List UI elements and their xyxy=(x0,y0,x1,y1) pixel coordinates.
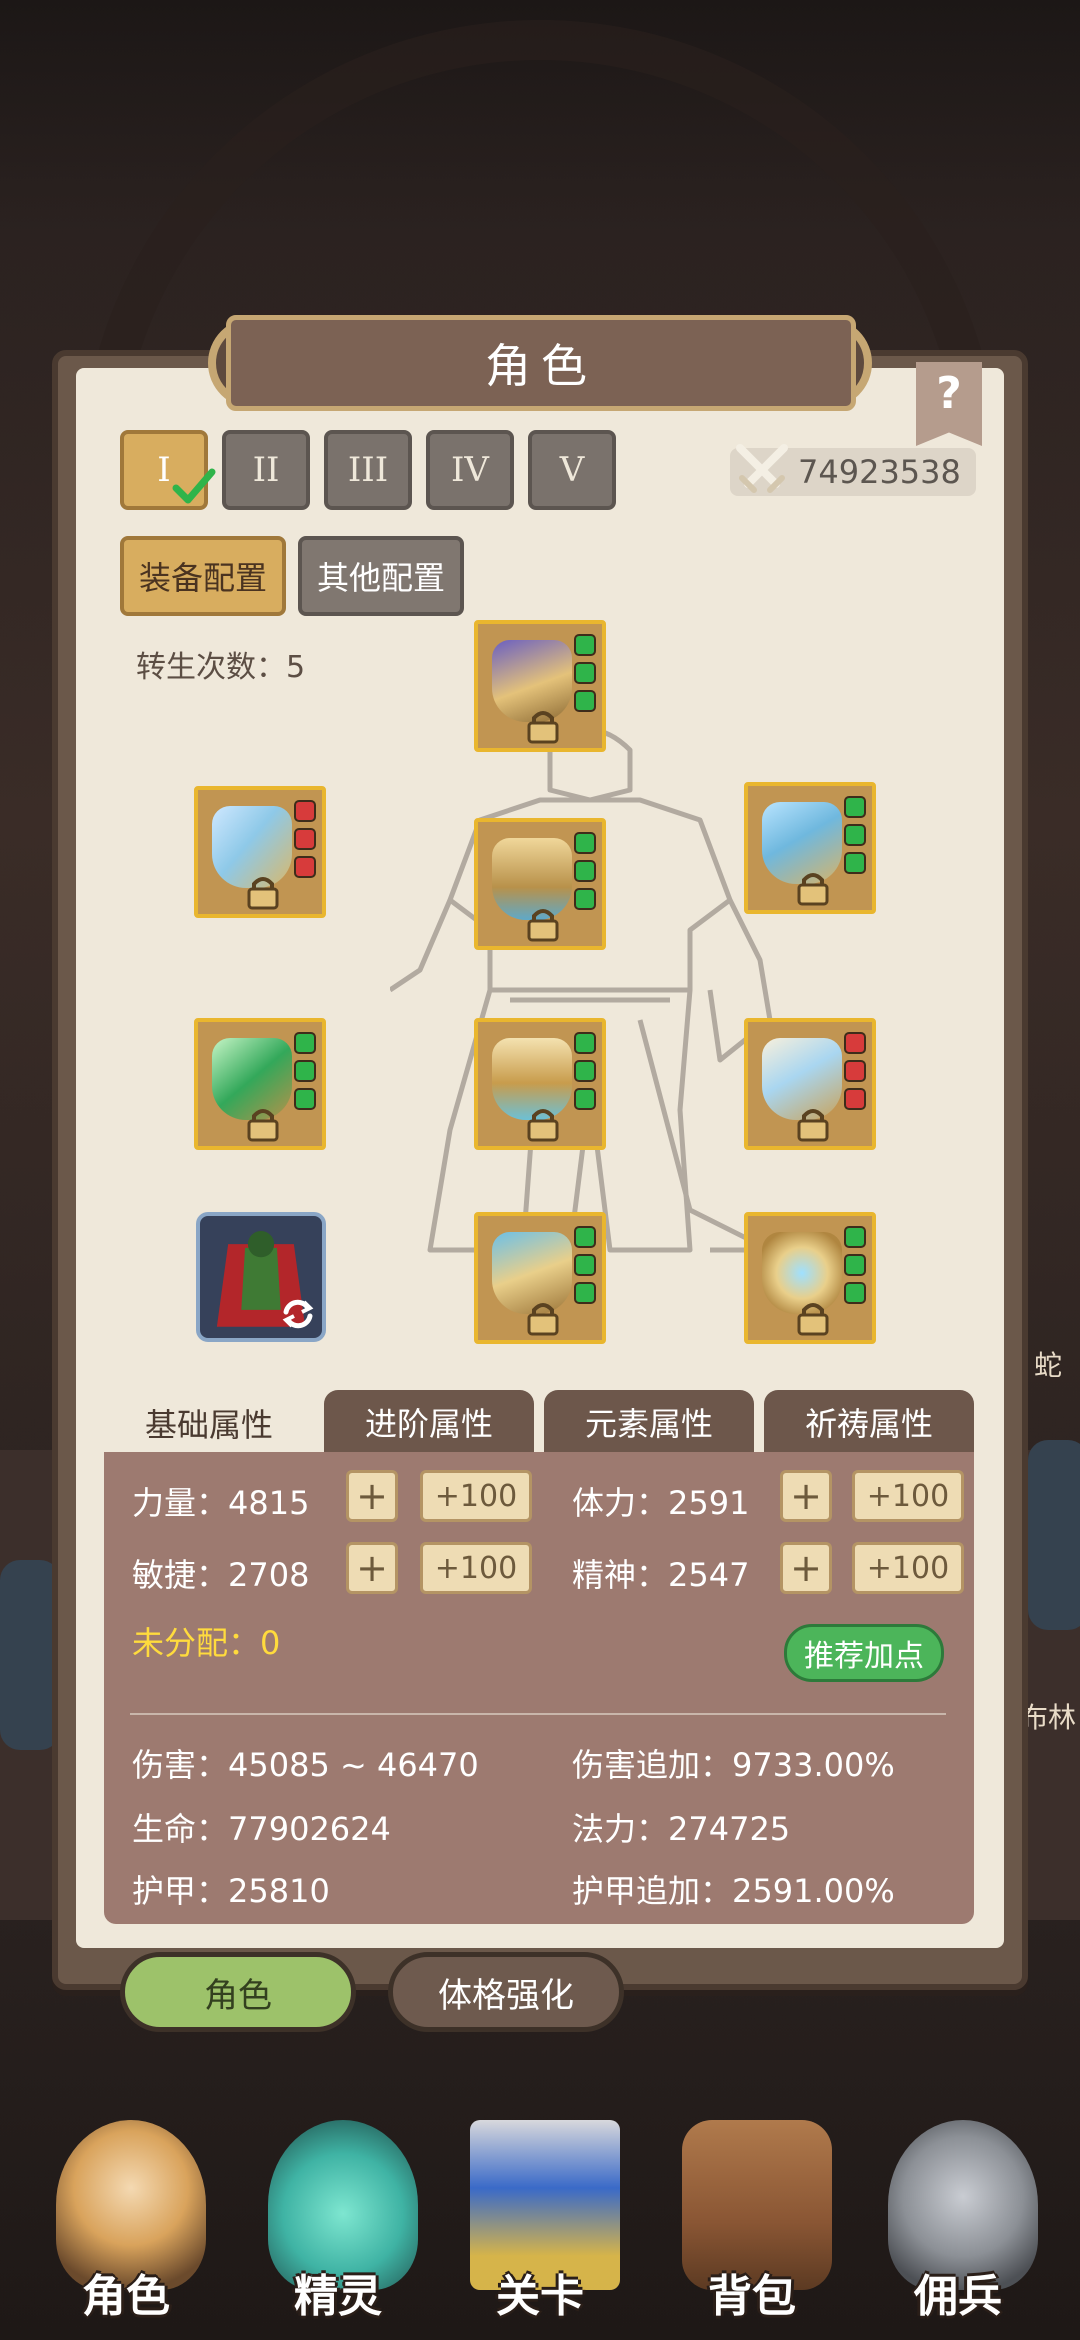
equip-slot-helmet[interactable] xyxy=(474,620,606,752)
spirit-plus-button[interactable]: + xyxy=(780,1542,832,1594)
tab-physique-enhance[interactable]: 体格强化 xyxy=(388,1952,624,2032)
lock-icon xyxy=(797,873,829,906)
nav-spirit-label: 精灵 xyxy=(294,2271,382,2322)
background-character-left xyxy=(0,1560,60,1750)
title-plate: 角色 xyxy=(226,315,856,411)
lock-icon xyxy=(527,711,559,744)
stamina-label: 体力：2591 xyxy=(572,1484,750,1522)
strength-plus-button[interactable]: + xyxy=(346,1470,398,1522)
background-npc-label: 蛇 xyxy=(1034,1349,1063,1382)
damage-stat: 伤害：45085 ~ 46470 xyxy=(132,1746,479,1784)
lock-icon xyxy=(527,909,559,942)
strength-label: 力量：4815 xyxy=(132,1484,310,1522)
rebirth-count: 转生次数：5 xyxy=(136,650,306,685)
strength-plus100-button[interactable]: +100 xyxy=(420,1470,532,1522)
lock-icon xyxy=(797,1303,829,1336)
lock-icon xyxy=(527,1109,559,1142)
unallocated-points: 未分配：0 xyxy=(132,1624,281,1662)
equip-slot-offhand[interactable] xyxy=(744,782,876,914)
equip-slot-boots[interactable] xyxy=(474,1212,606,1344)
equip-slot-wings[interactable] xyxy=(744,1018,876,1150)
checkmark-icon xyxy=(172,468,216,504)
nav-character[interactable]: 角色 xyxy=(36,2120,216,2322)
nav-bag[interactable]: 背包 xyxy=(662,2120,842,2322)
help-icon: ? xyxy=(936,368,962,419)
swap-icon[interactable] xyxy=(278,1294,318,1334)
nav-spirit[interactable]: 精灵 xyxy=(248,2120,428,2322)
background-character-right xyxy=(1028,1440,1080,1630)
nav-stage-label: 关卡 xyxy=(496,2271,584,2322)
crossed-swords-icon xyxy=(736,444,788,493)
agility-label: 敏捷：2708 xyxy=(132,1556,310,1594)
tab-basic-attributes[interactable]: 基础属性 xyxy=(104,1388,314,1458)
combat-power-value: 74923538 xyxy=(798,453,961,491)
stamina-plus100-button[interactable]: +100 xyxy=(852,1470,964,1522)
agility-plus-button[interactable]: + xyxy=(346,1542,398,1594)
mana-stat: 法力：274725 xyxy=(572,1810,791,1848)
tab-prayer-attributes[interactable]: 祈祷属性 xyxy=(764,1390,974,1454)
armor-bonus-stat: 护甲追加：2591.00% xyxy=(572,1872,895,1910)
tab-character[interactable]: 角色 xyxy=(120,1952,356,2032)
agility-plus100-button[interactable]: +100 xyxy=(420,1542,532,1594)
equip-slot-amulet[interactable] xyxy=(744,1212,876,1344)
lock-icon xyxy=(797,1109,829,1142)
equip-slot-belt[interactable] xyxy=(474,1018,606,1150)
tab-advanced-attributes[interactable]: 进阶属性 xyxy=(324,1390,534,1454)
nav-stage[interactable]: 关卡 xyxy=(450,2120,630,2322)
background-npc-label: 布林 xyxy=(1020,1701,1077,1734)
nav-character-label: 角色 xyxy=(82,2271,170,2322)
equipment-config-tab[interactable]: 装备配置 xyxy=(120,536,286,616)
lock-icon xyxy=(247,1109,279,1142)
tab-element-attributes[interactable]: 元素属性 xyxy=(544,1390,754,1454)
spirit-plus100-button[interactable]: +100 xyxy=(852,1542,964,1594)
armor-stat: 护甲：25810 xyxy=(132,1872,330,1910)
lock-icon xyxy=(247,877,279,910)
damage-bonus-stat: 伤害追加：9733.00% xyxy=(572,1746,895,1784)
health-stat: 生命：77902624 xyxy=(132,1810,391,1848)
loadout-tab-5[interactable]: V xyxy=(528,430,616,510)
nav-mercenary[interactable]: 佣兵 xyxy=(868,2120,1048,2322)
lock-icon xyxy=(527,1303,559,1336)
page-title: 角色 xyxy=(485,339,597,393)
loadout-tab-3[interactable]: III xyxy=(324,430,412,510)
divider xyxy=(130,1713,946,1715)
nav-bag-label: 背包 xyxy=(708,2271,796,2322)
loadout-tab-2[interactable]: II xyxy=(222,430,310,510)
stamina-plus-button[interactable]: + xyxy=(780,1470,832,1522)
other-config-tab[interactable]: 其他配置 xyxy=(298,536,464,616)
spirit-label: 精神：2547 xyxy=(572,1556,750,1594)
loadout-tab-4[interactable]: IV xyxy=(426,430,514,510)
equip-slot-gloves[interactable] xyxy=(194,1018,326,1150)
recommend-allocation-button[interactable]: 推荐加点 xyxy=(784,1624,944,1682)
nav-mercenary-label: 佣兵 xyxy=(914,2271,1002,2322)
equip-slot-armor[interactable] xyxy=(474,818,606,950)
equip-slot-weapon[interactable] xyxy=(194,786,326,918)
